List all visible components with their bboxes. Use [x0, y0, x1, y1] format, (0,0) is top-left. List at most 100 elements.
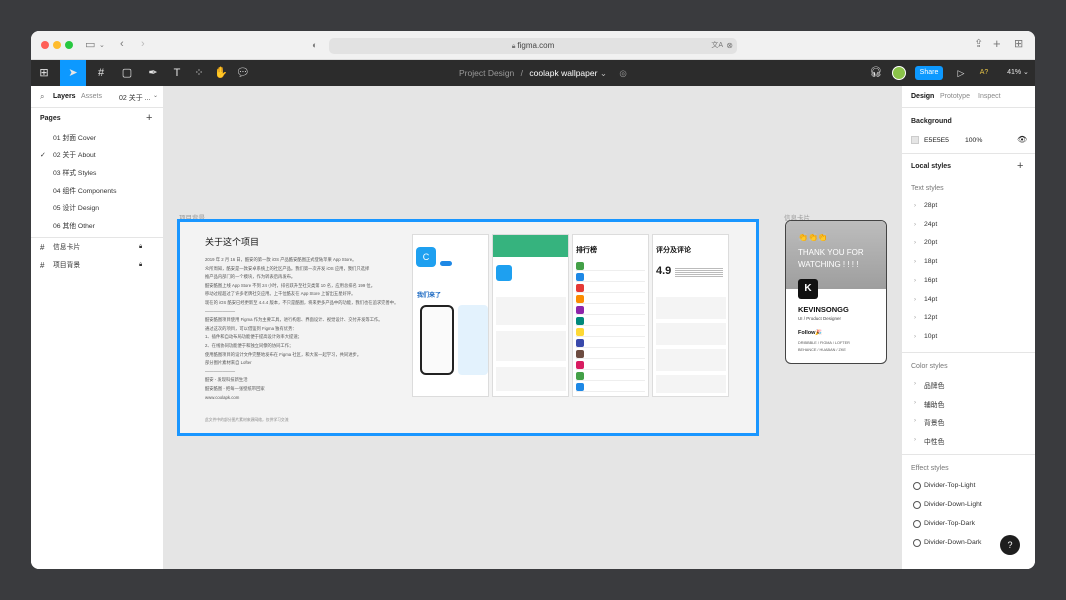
comment-tool-icon[interactable]: 💬︎ — [235, 60, 251, 86]
expand-icon[interactable]: › — [914, 297, 916, 303]
effect-icon — [913, 482, 921, 490]
shield-icon[interactable]: ◐ — [312, 40, 317, 51]
bg-swatch[interactable] — [911, 136, 919, 144]
forward-icon[interactable]: › — [141, 39, 145, 50]
accessibility-icon[interactable]: A? — [977, 60, 991, 86]
eye-icon[interactable]: 👁︎ — [1017, 135, 1027, 144]
effect-style-item[interactable]: Divider-Down-Dark — [924, 539, 981, 546]
k-logo: K — [798, 279, 818, 299]
effect-style-item[interactable]: Divider-Top-Dark — [924, 520, 975, 527]
search-icon[interactable]: ⌕ — [40, 92, 44, 102]
address-bar[interactable]: 🔒︎ figma.com 文A ⊗ — [329, 38, 737, 54]
expand-icon[interactable]: › — [914, 315, 916, 321]
selection-outline — [177, 219, 759, 436]
info-card-frame[interactable]: 👏👏👏 THANK YOU FOR WATCHING ! ! ! ! K KEV… — [785, 220, 887, 364]
layer-item[interactable]: # 项目背景 🔒︎ — [31, 257, 164, 274]
frame-tool-icon[interactable]: # — [89, 60, 113, 86]
tab-overview-icon[interactable]: ⊞ — [1014, 39, 1023, 50]
pen-tool-icon[interactable]: ✒ — [142, 60, 164, 86]
text-style-item[interactable]: 20pt — [924, 239, 937, 246]
text-style-item[interactable]: 12pt — [924, 314, 937, 321]
chevron-down-icon[interactable]: ⌄ — [600, 68, 607, 78]
zoom-window-button[interactable] — [65, 41, 73, 49]
translate-icon[interactable]: 文A — [711, 38, 723, 54]
thanks-text: THANK YOU FOR WATCHING ! ! ! ! — [798, 248, 864, 269]
expand-icon[interactable]: › — [914, 400, 916, 406]
lock-icon[interactable]: 🔒︎ — [139, 239, 142, 256]
expand-icon[interactable]: › — [914, 203, 916, 209]
minimize-window-button[interactable] — [53, 41, 61, 49]
expand-icon[interactable]: › — [914, 437, 916, 443]
left-tabs: ⌕ Layers Assets 02 关于 ... ⌄ — [31, 86, 163, 108]
clear-url-icon[interactable]: ⊗ — [726, 38, 733, 54]
add-style-icon[interactable]: + — [1017, 160, 1023, 172]
text-tool-icon[interactable]: T — [169, 60, 185, 86]
expand-icon[interactable]: › — [914, 278, 916, 284]
new-tab-icon[interactable]: + — [993, 37, 1001, 50]
page-item-selected[interactable]: ✓ 02 关于 About — [31, 147, 164, 164]
effect-style-item[interactable]: Divider-Top-Light — [924, 482, 975, 489]
tab-layers[interactable]: Layers — [53, 93, 76, 100]
text-style-item[interactable]: 14pt — [924, 296, 937, 303]
effect-styles-title: Effect styles — [911, 465, 949, 472]
color-style-item[interactable]: 品牌色 — [924, 380, 944, 390]
zoom-level[interactable]: 41% ⌄ — [1005, 60, 1031, 86]
file-name[interactable]: coolapk wallpaper — [529, 68, 597, 78]
help-button[interactable]: ? — [1000, 535, 1020, 555]
chevron-down-icon[interactable]: ⌄ — [99, 40, 105, 51]
layer-item[interactable]: # 信息卡片 🔒︎ — [31, 239, 164, 256]
bg-opacity[interactable]: 100% — [965, 137, 982, 144]
tab-design[interactable]: Design — [911, 93, 934, 100]
tab-assets[interactable]: Assets — [81, 93, 102, 100]
page-item[interactable]: 04 组件 Components — [31, 183, 164, 200]
color-style-item[interactable]: 辅助色 — [924, 399, 944, 409]
back-icon[interactable]: ‹ — [120, 39, 124, 50]
design-panel: Design Prototype Inspect Background E5E5… — [901, 86, 1035, 569]
color-style-item[interactable]: 背景色 — [924, 417, 944, 427]
expand-icon[interactable]: › — [914, 240, 916, 246]
page-label: 03 样式 Styles — [53, 170, 97, 177]
follow-label: Follow🎉 — [798, 330, 823, 336]
play-icon[interactable]: ▷ — [955, 60, 967, 86]
expand-icon[interactable]: › — [914, 259, 916, 265]
sidebar-toggle-icon[interactable]: ▭ — [85, 40, 95, 51]
avatar[interactable] — [892, 66, 906, 80]
tab-prototype[interactable]: Prototype — [940, 93, 970, 100]
globe-icon[interactable]: ◎ — [619, 68, 626, 78]
project-name[interactable]: Project Design — [459, 68, 514, 78]
bg-hex[interactable]: E5E5E5 — [924, 137, 949, 144]
add-page-icon[interactable]: + — [146, 112, 152, 124]
shape-tool-icon[interactable]: ▢ — [116, 60, 138, 86]
page-item[interactable]: 05 设计 Design — [31, 200, 164, 217]
expand-icon[interactable]: › — [914, 418, 916, 424]
lock-icon[interactable]: 🔒︎ — [139, 257, 142, 274]
share-icon[interactable]: ⇪ — [974, 39, 983, 50]
share-button[interactable]: Share — [915, 66, 943, 80]
main-menu-icon[interactable]: ⊞ — [34, 60, 54, 86]
headphones-icon[interactable]: 🎧︎ — [869, 60, 883, 86]
text-style-item[interactable]: 18pt — [924, 258, 937, 265]
effect-style-item[interactable]: Divider-Down-Light — [924, 501, 982, 508]
close-window-button[interactable] — [41, 41, 49, 49]
text-style-item[interactable]: 28pt — [924, 202, 937, 209]
page-item[interactable]: 01 封面 Cover — [31, 130, 164, 147]
current-page-selector[interactable]: 02 关于 ... — [119, 93, 151, 103]
text-style-item[interactable]: 16pt — [924, 277, 937, 284]
expand-icon[interactable]: › — [914, 222, 916, 228]
move-tool-icon[interactable]: ➤ — [60, 60, 86, 86]
text-style-item[interactable]: 24pt — [924, 221, 937, 228]
text-styles-title: Text styles — [911, 185, 944, 192]
color-style-item[interactable]: 中性色 — [924, 436, 944, 446]
hand-tool-icon[interactable]: ✋ — [213, 60, 229, 86]
tab-inspect[interactable]: Inspect — [978, 93, 1001, 100]
expand-icon[interactable]: › — [914, 334, 916, 340]
text-style-item[interactable]: 10pt — [924, 333, 937, 340]
chevron-down-icon[interactable]: ⌄ — [153, 92, 158, 99]
url-text: figma.com — [517, 41, 555, 50]
page-item[interactable]: 06 其他 Other — [31, 218, 164, 235]
expand-icon[interactable]: › — [914, 381, 916, 387]
page-item[interactable]: 03 样式 Styles — [31, 165, 164, 182]
resources-tool-icon[interactable]: ⁘ — [191, 60, 207, 86]
page-label: 01 封面 Cover — [53, 135, 97, 142]
divider — [31, 237, 163, 238]
